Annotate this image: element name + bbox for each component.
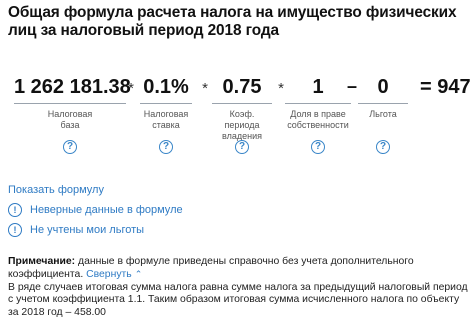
period-coefficient-value: 0.75: [222, 76, 262, 98]
operator-multiply: *: [202, 80, 208, 97]
show-formula-link[interactable]: Показать формулу: [8, 183, 104, 197]
underline: [140, 103, 192, 104]
note: Примечание: данные в формуле приведены с…: [8, 256, 470, 319]
warning-benefits-not-applied[interactable]: ! Не учтены мои льготы: [8, 222, 144, 238]
formula-term-tax-base: 1 262 181.38 Налоговая база: [14, 72, 131, 131]
collapse-link[interactable]: Свернуть: [86, 269, 132, 280]
formula-term-period-coefficient: 0.75 Коэф. периода владения: [212, 72, 272, 142]
warning-wrong-data[interactable]: ! Неверные данные в формуле: [8, 202, 183, 218]
tax-formula: 1 262 181.38 Налоговая база ? * 0.1% Нал…: [0, 72, 474, 162]
benefit-label: Льгота: [369, 109, 397, 119]
operator-minus: –: [346, 76, 357, 96]
tax-base-help-icon[interactable]: ?: [63, 140, 77, 154]
period-coefficient-help-icon[interactable]: ?: [235, 140, 249, 154]
formula-term-tax-rate: 0.1% Налоговая ставка: [140, 72, 192, 131]
formula-term-ownership-share: 1 Доля в праве собственности: [285, 72, 351, 131]
note-label: Примечание:: [8, 256, 76, 267]
underline: [285, 103, 351, 104]
formula-result: = 947: [420, 76, 471, 98]
formula-term-benefit: 0 Льгота: [358, 72, 408, 120]
tax-formula-page: Общая формула расчета налога на имуществ…: [0, 0, 474, 326]
benefit-value: 0: [377, 76, 389, 98]
ownership-share-value: 1: [312, 76, 324, 98]
chevron-up-icon[interactable]: ⌃: [135, 268, 143, 280]
ownership-share-help-icon[interactable]: ?: [311, 140, 325, 154]
tax-rate-value: 0.1%: [143, 76, 189, 98]
tax-rate-label: Налоговая ставка: [143, 109, 189, 130]
benefit-help-icon[interactable]: ?: [376, 140, 390, 154]
note-details: В ряде случаев итоговая сумма налога рав…: [8, 281, 468, 318]
underline: [14, 103, 126, 104]
tax-base-label: Налоговая база: [47, 109, 93, 130]
tax-base-value: 1 262 181.38: [14, 76, 131, 98]
tax-rate-help-icon[interactable]: ?: [159, 140, 173, 154]
exclamation-circle-icon: !: [8, 203, 22, 217]
wrong-data-link[interactable]: Неверные данные в формуле: [30, 204, 183, 216]
operator-multiply: *: [128, 80, 134, 97]
benefits-not-applied-link[interactable]: Не учтены мои льготы: [30, 224, 144, 236]
page-title: Общая формула расчета налога на имуществ…: [8, 4, 457, 39]
period-coefficient-label: Коэф. периода владения: [222, 109, 262, 141]
exclamation-circle-icon: !: [8, 223, 22, 237]
underline: [358, 103, 408, 104]
underline: [212, 103, 272, 104]
ownership-share-label: Доля в праве собственности: [287, 109, 349, 130]
